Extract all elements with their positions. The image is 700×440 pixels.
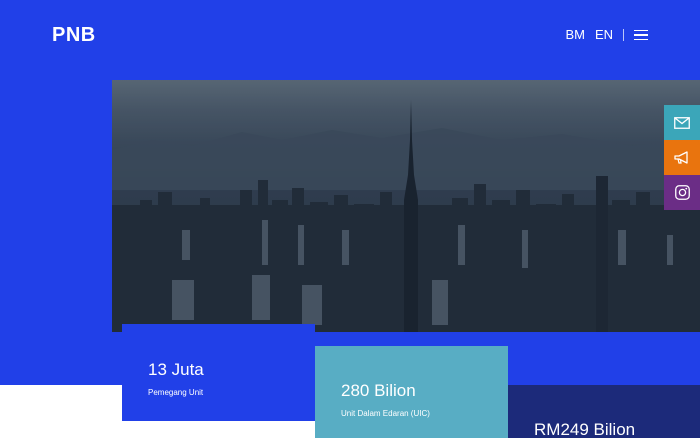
- hamburger-menu-icon[interactable]: [634, 29, 648, 40]
- top-nav: BM EN: [565, 27, 648, 42]
- stat-value: RM249 Bilion: [534, 420, 636, 439]
- mail-button[interactable]: [664, 105, 700, 140]
- stat-card-units-in-circulation: 280 Bilion Unit Dalam Edaran (UIC): [315, 346, 508, 438]
- pnb-logo[interactable]: PNB: [52, 24, 96, 47]
- megaphone-icon: [674, 150, 688, 164]
- stat-value: 280 Bilion: [341, 381, 416, 400]
- hero-city-image: [112, 80, 700, 332]
- stat-label: Unit Dalam Edaran (UIC): [341, 409, 430, 418]
- stat-value: 13 Juta: [148, 360, 204, 379]
- stat-card-aum: RM249 Bilion: [508, 385, 700, 439]
- instagram-icon: [674, 185, 690, 200]
- instagram-button[interactable]: [664, 175, 700, 210]
- lang-en-link[interactable]: EN: [595, 27, 613, 42]
- nav-divider: [623, 28, 624, 41]
- stat-label: Pemegang Unit: [148, 388, 204, 397]
- announcement-button[interactable]: [664, 140, 700, 175]
- mail-icon: [674, 116, 690, 129]
- stat-card-unitholders: 13 Juta Pemegang Unit: [122, 324, 315, 421]
- lang-bm-link[interactable]: BM: [565, 27, 585, 42]
